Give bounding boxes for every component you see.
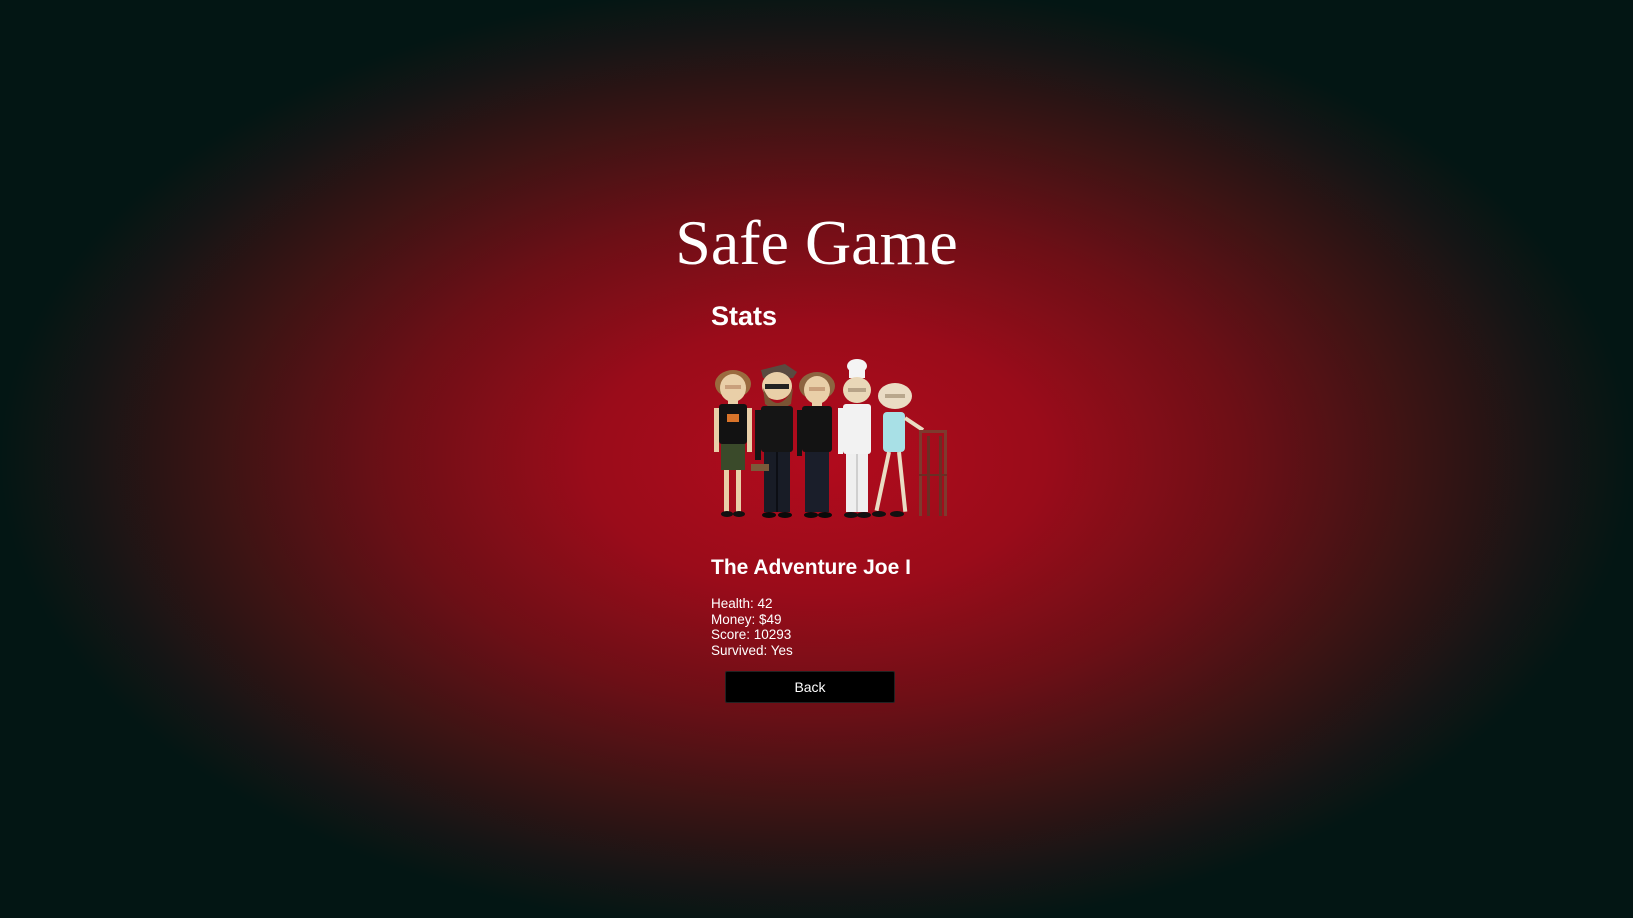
stat-score: Score: 10293 <box>711 627 792 642</box>
character-4-figure <box>838 359 871 518</box>
stat-list: Health: 42 Money: $49 Score: 10293 Survi… <box>711 596 971 658</box>
stats-heading: Stats <box>711 301 778 331</box>
stats-panel: Stats The Adventure Joe I Health: 42 Mon… <box>711 298 971 703</box>
character-lineup-image <box>714 359 947 518</box>
character-2-figure <box>751 364 797 518</box>
back-button[interactable]: Back <box>725 671 895 703</box>
character-3-figure <box>797 372 835 518</box>
stat-survived: Survived: Yes <box>711 642 793 658</box>
character-5-figure <box>872 383 947 517</box>
stat-health: Health: 42 <box>711 596 773 611</box>
page-title: Safe Game <box>675 207 958 278</box>
stat-money: Money: $49 <box>711 611 782 627</box>
character-1-figure <box>714 370 752 517</box>
stats-screen: Safe Game Stats The Adventure Joe I Heal… <box>0 0 1633 918</box>
character-name: The Adventure Joe I <box>711 556 911 579</box>
